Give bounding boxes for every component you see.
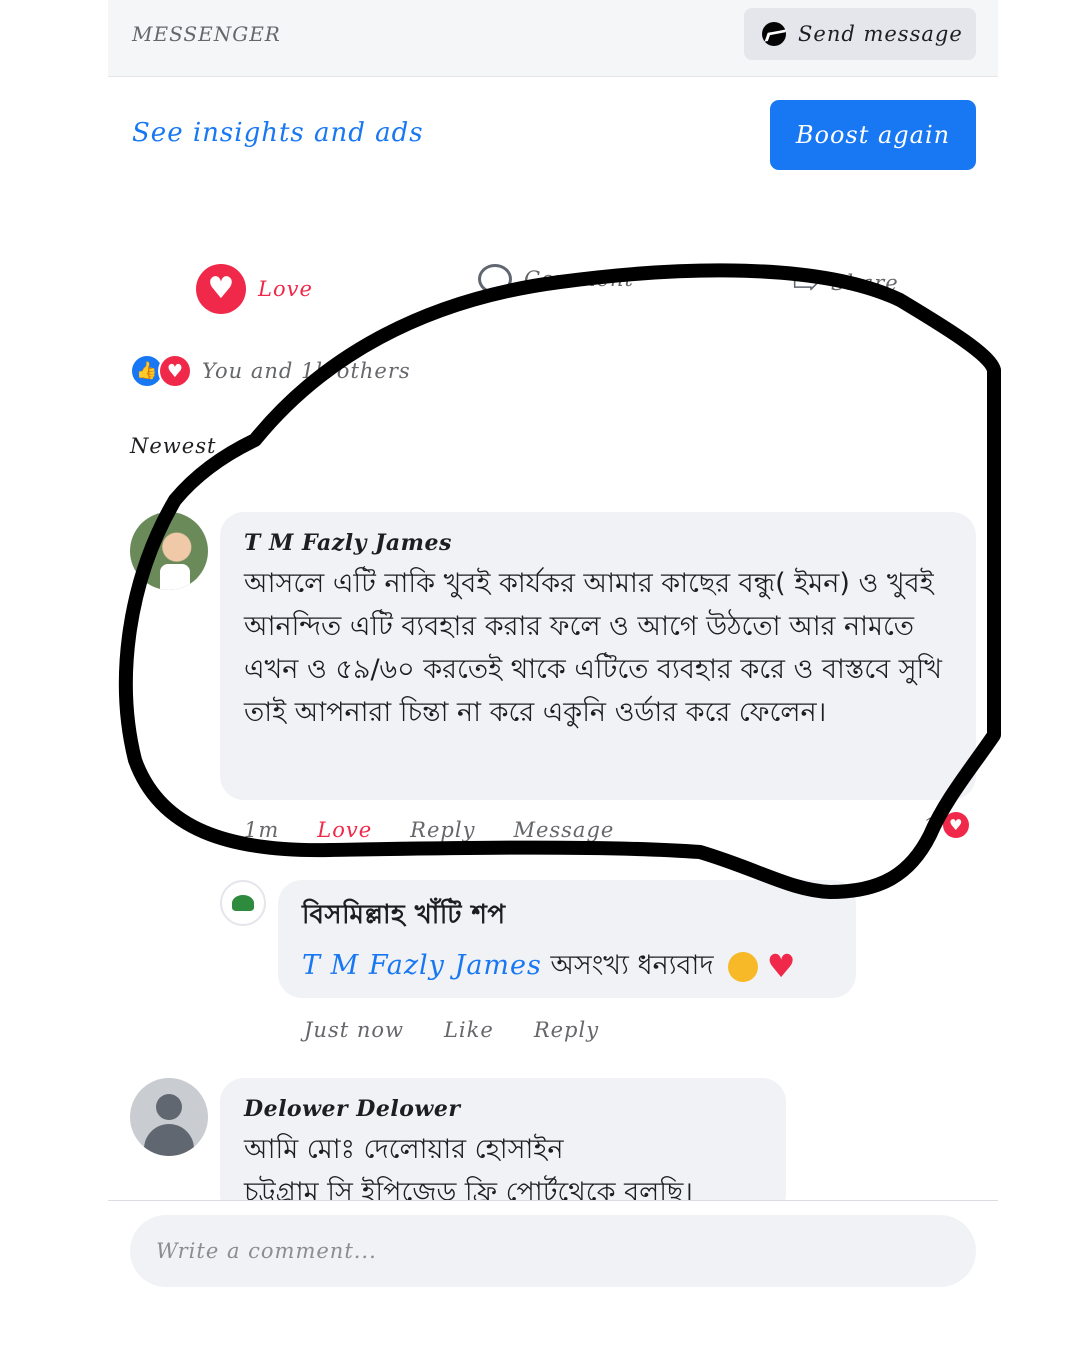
comment-author[interactable]: Delower Delower [244,1096,762,1122]
shop-logo-icon [232,895,254,911]
reply-text: অসংখ্য ধন্যবাদ [550,950,714,981]
avatar[interactable] [130,512,208,590]
comment-bubble: Delower Delower আমি মোঃ দেলোয়ার হোসাইন … [220,1078,786,1218]
red-heart-icon: ♥ [766,947,796,985]
comment-love-button[interactable]: Love [317,818,372,842]
reply-like-button[interactable]: Like [444,1018,494,1042]
avatar[interactable] [220,880,266,926]
reply-author[interactable]: বিসমিল্লাহ খাঁটি শপ [302,894,832,938]
reply-bubble: বিসমিল্লাহ খাঁটি শপ T M Fazly James অসংখ… [278,880,856,998]
messenger-icon [762,22,786,46]
comment-composer[interactable] [130,1215,976,1287]
reply-actions: Just now Like Reply [304,1018,599,1042]
reply-time: Just now [304,1018,404,1042]
comment-reply-button[interactable]: Reply [410,818,475,842]
comment-time: 1m [244,818,280,842]
boost-again-button[interactable]: Boost again [770,100,976,170]
comment-action-label: Comment [524,267,634,291]
comment-action[interactable]: Comment [478,264,634,294]
comment-composer-area [108,1200,998,1351]
reactions-summary[interactable]: 👍 ♥ You and 1k others [130,354,411,388]
comment-text: আসলে এটি নাকি খুবই কার্যকর আমার কাছের বন… [244,568,943,728]
love-reaction-icon: ♥ [196,264,246,314]
comment-text: আমি মোঃ দেলোয়ার হোসাইন [244,1134,564,1165]
share-action[interactable]: ⇨ Share [792,264,899,302]
love-reaction-icon: ♥ [942,812,969,838]
comment-author[interactable]: T M Fazly James [244,530,952,556]
default-avatar-head [156,1094,182,1120]
love-action-label: Love [258,277,313,301]
avatar[interactable] [130,1078,208,1156]
messenger-title: MESSENGER [132,22,281,46]
comment-message-button[interactable]: Message [513,818,614,842]
smiling-face-hearts-icon [728,951,759,982]
post-action-bar: ♥ Love Comment ⇨ Share [108,262,998,322]
comment-input[interactable] [154,1238,952,1264]
love-action[interactable]: ♥ Love [196,264,313,314]
comment-actions: 1m Love Reply Message [244,818,614,842]
reply-reply-button[interactable]: Reply [534,1018,599,1042]
messenger-bar: MESSENGER Send message [108,0,998,77]
boost-again-label: Boost again [795,121,951,149]
send-message-button[interactable]: Send message [744,8,976,60]
sort-comments-dropdown[interactable]: Newest [130,434,216,458]
comment-icon [478,264,512,294]
comment-reaction-count[interactable]: 1 ♥ [924,812,969,838]
default-avatar-body [144,1124,194,1156]
comment-bubble: T M Fazly James আসলে এটি নাকি খুবই কার্য… [220,512,976,800]
sort-label: Newest [130,434,217,458]
facebook-post-comments: MESSENGER Send message See insights and … [108,0,998,1351]
love-reaction-icon: ♥ [158,354,192,388]
reactions-summary-text: You and 1k others [202,359,411,383]
share-action-label: Share [830,271,899,295]
send-message-label: Send message [798,22,963,46]
mention-link[interactable]: T M Fazly James [302,950,542,981]
see-insights-link[interactable]: See insights and ads [132,118,424,148]
share-icon: ⇨ [792,264,819,302]
reaction-count-value: 1 [924,813,937,837]
